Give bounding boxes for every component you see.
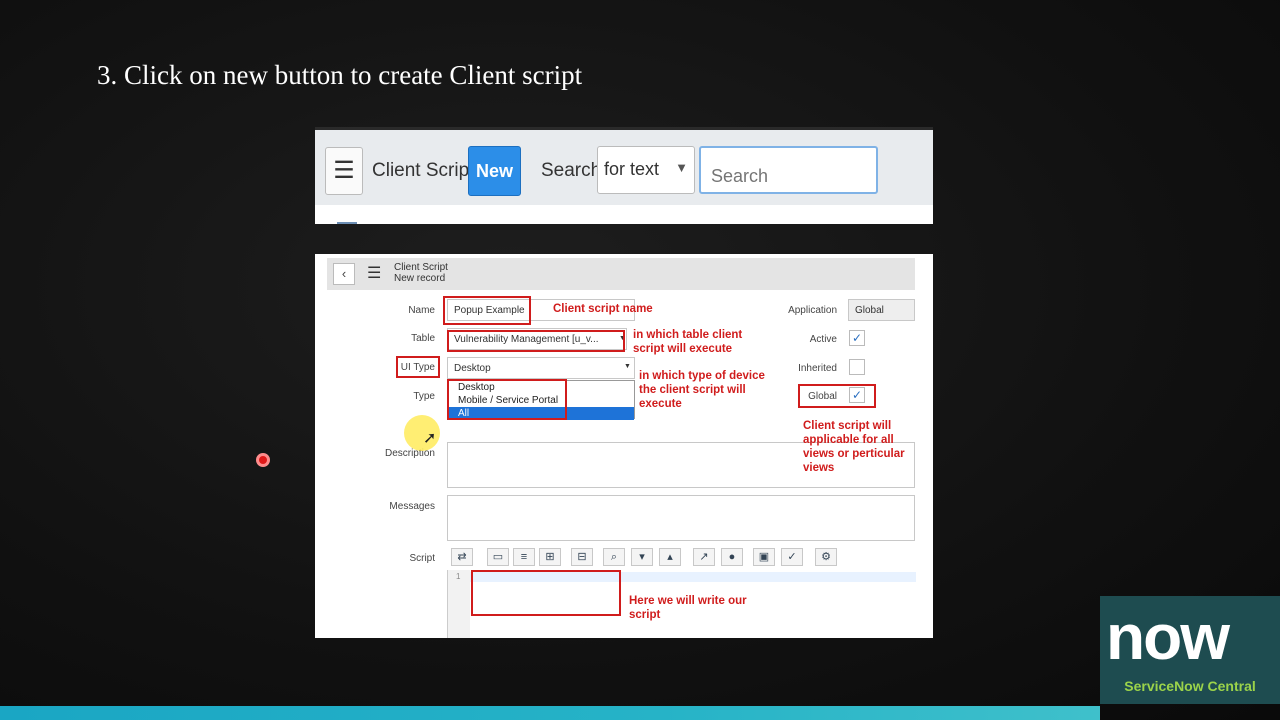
search-field-select[interactable]: for text ▼ — [597, 146, 695, 194]
table-annotation: in which table client script will execut… — [633, 329, 743, 355]
form-title: Client Script — [394, 262, 448, 273]
table-highlight-box — [447, 330, 625, 352]
find-previous-icon[interactable]: ▴ — [659, 548, 681, 566]
fullscreen-icon[interactable]: ⚙ — [815, 548, 837, 566]
help-icon[interactable]: ● — [721, 548, 743, 566]
search-label: Search — [541, 160, 602, 181]
script-label: Script — [409, 553, 435, 564]
messages-field[interactable] — [447, 495, 915, 541]
chevron-down-icon: ▼ — [675, 160, 688, 175]
ui-type-chevron-icon: ▼ — [624, 363, 631, 370]
global-highlight-box — [798, 384, 876, 408]
ui-type-options-highlight-box — [447, 379, 567, 420]
form-menu-icon[interactable]: ☰ — [367, 263, 381, 283]
search-field-value: for text — [604, 159, 660, 179]
slide-title: 3. Click on new button to create Client … — [97, 60, 583, 90]
name-highlight-box — [443, 296, 531, 325]
back-button[interactable]: ‹ — [333, 263, 355, 285]
format-icon[interactable]: ≡ — [513, 548, 535, 566]
mouse-cursor-icon: ➚ — [423, 430, 437, 447]
hamburger-icon[interactable]: ☰ — [325, 147, 363, 195]
servicenow-central-logo: now ServiceNow Central — [1100, 596, 1280, 704]
form-subtitle: New record — [394, 273, 446, 284]
insert-field-icon[interactable]: ⊞ — [539, 548, 561, 566]
new-button[interactable]: New — [468, 146, 521, 196]
type-label: Type — [413, 391, 435, 402]
script-include-icon[interactable]: ⊟ — [571, 548, 593, 566]
application-field: Global — [848, 299, 915, 321]
list-body-strip — [315, 205, 933, 224]
row-checkbox[interactable] — [337, 222, 357, 224]
global-annotation: Client script will applicable for all vi… — [803, 420, 905, 474]
name-annotation: Client script name — [553, 303, 653, 315]
logo-subtitle: ServiceNow Central — [1124, 678, 1256, 694]
record-indicator-icon — [256, 453, 270, 467]
table-label: Table — [411, 333, 435, 344]
save-icon[interactable]: ▣ — [753, 548, 775, 566]
script-annotation: Here we will write our script — [629, 595, 747, 621]
ui-type-highlight-box — [396, 356, 440, 378]
ui-type-annotation: in which type of device the client scrip… — [639, 370, 765, 410]
messages-label: Messages — [389, 501, 435, 512]
comment-icon[interactable]: ▭ — [487, 548, 509, 566]
toggle-syntax-icon[interactable]: ⇄ — [451, 548, 473, 566]
application-label: Application — [788, 305, 837, 316]
form-header: ‹ ☰ Client Script New record — [327, 258, 915, 290]
slide-footer-bar — [0, 706, 1100, 720]
script-highlight-box — [471, 570, 621, 616]
logo-wordmark: now — [1106, 601, 1230, 673]
validate-icon[interactable]: ✓ — [781, 548, 803, 566]
ui-type-select[interactable]: Desktop — [447, 357, 635, 379]
active-label: Active — [809, 334, 837, 345]
search-input[interactable] — [699, 146, 878, 194]
search-icon[interactable]: ⌕ — [603, 548, 625, 566]
client-script-form: ‹ ☰ Client Script New record Name Table … — [315, 254, 933, 638]
replace-icon[interactable]: ↗ — [693, 548, 715, 566]
editor-gutter: 1 — [448, 570, 470, 638]
active-checkbox[interactable]: ✓ — [849, 330, 865, 346]
list-view-header: ☰ Client Scripts New Search for text ▼ — [315, 127, 933, 224]
find-next-icon[interactable]: ▾ — [631, 548, 653, 566]
inherited-checkbox[interactable] — [849, 359, 865, 375]
name-label: Name — [408, 305, 435, 316]
